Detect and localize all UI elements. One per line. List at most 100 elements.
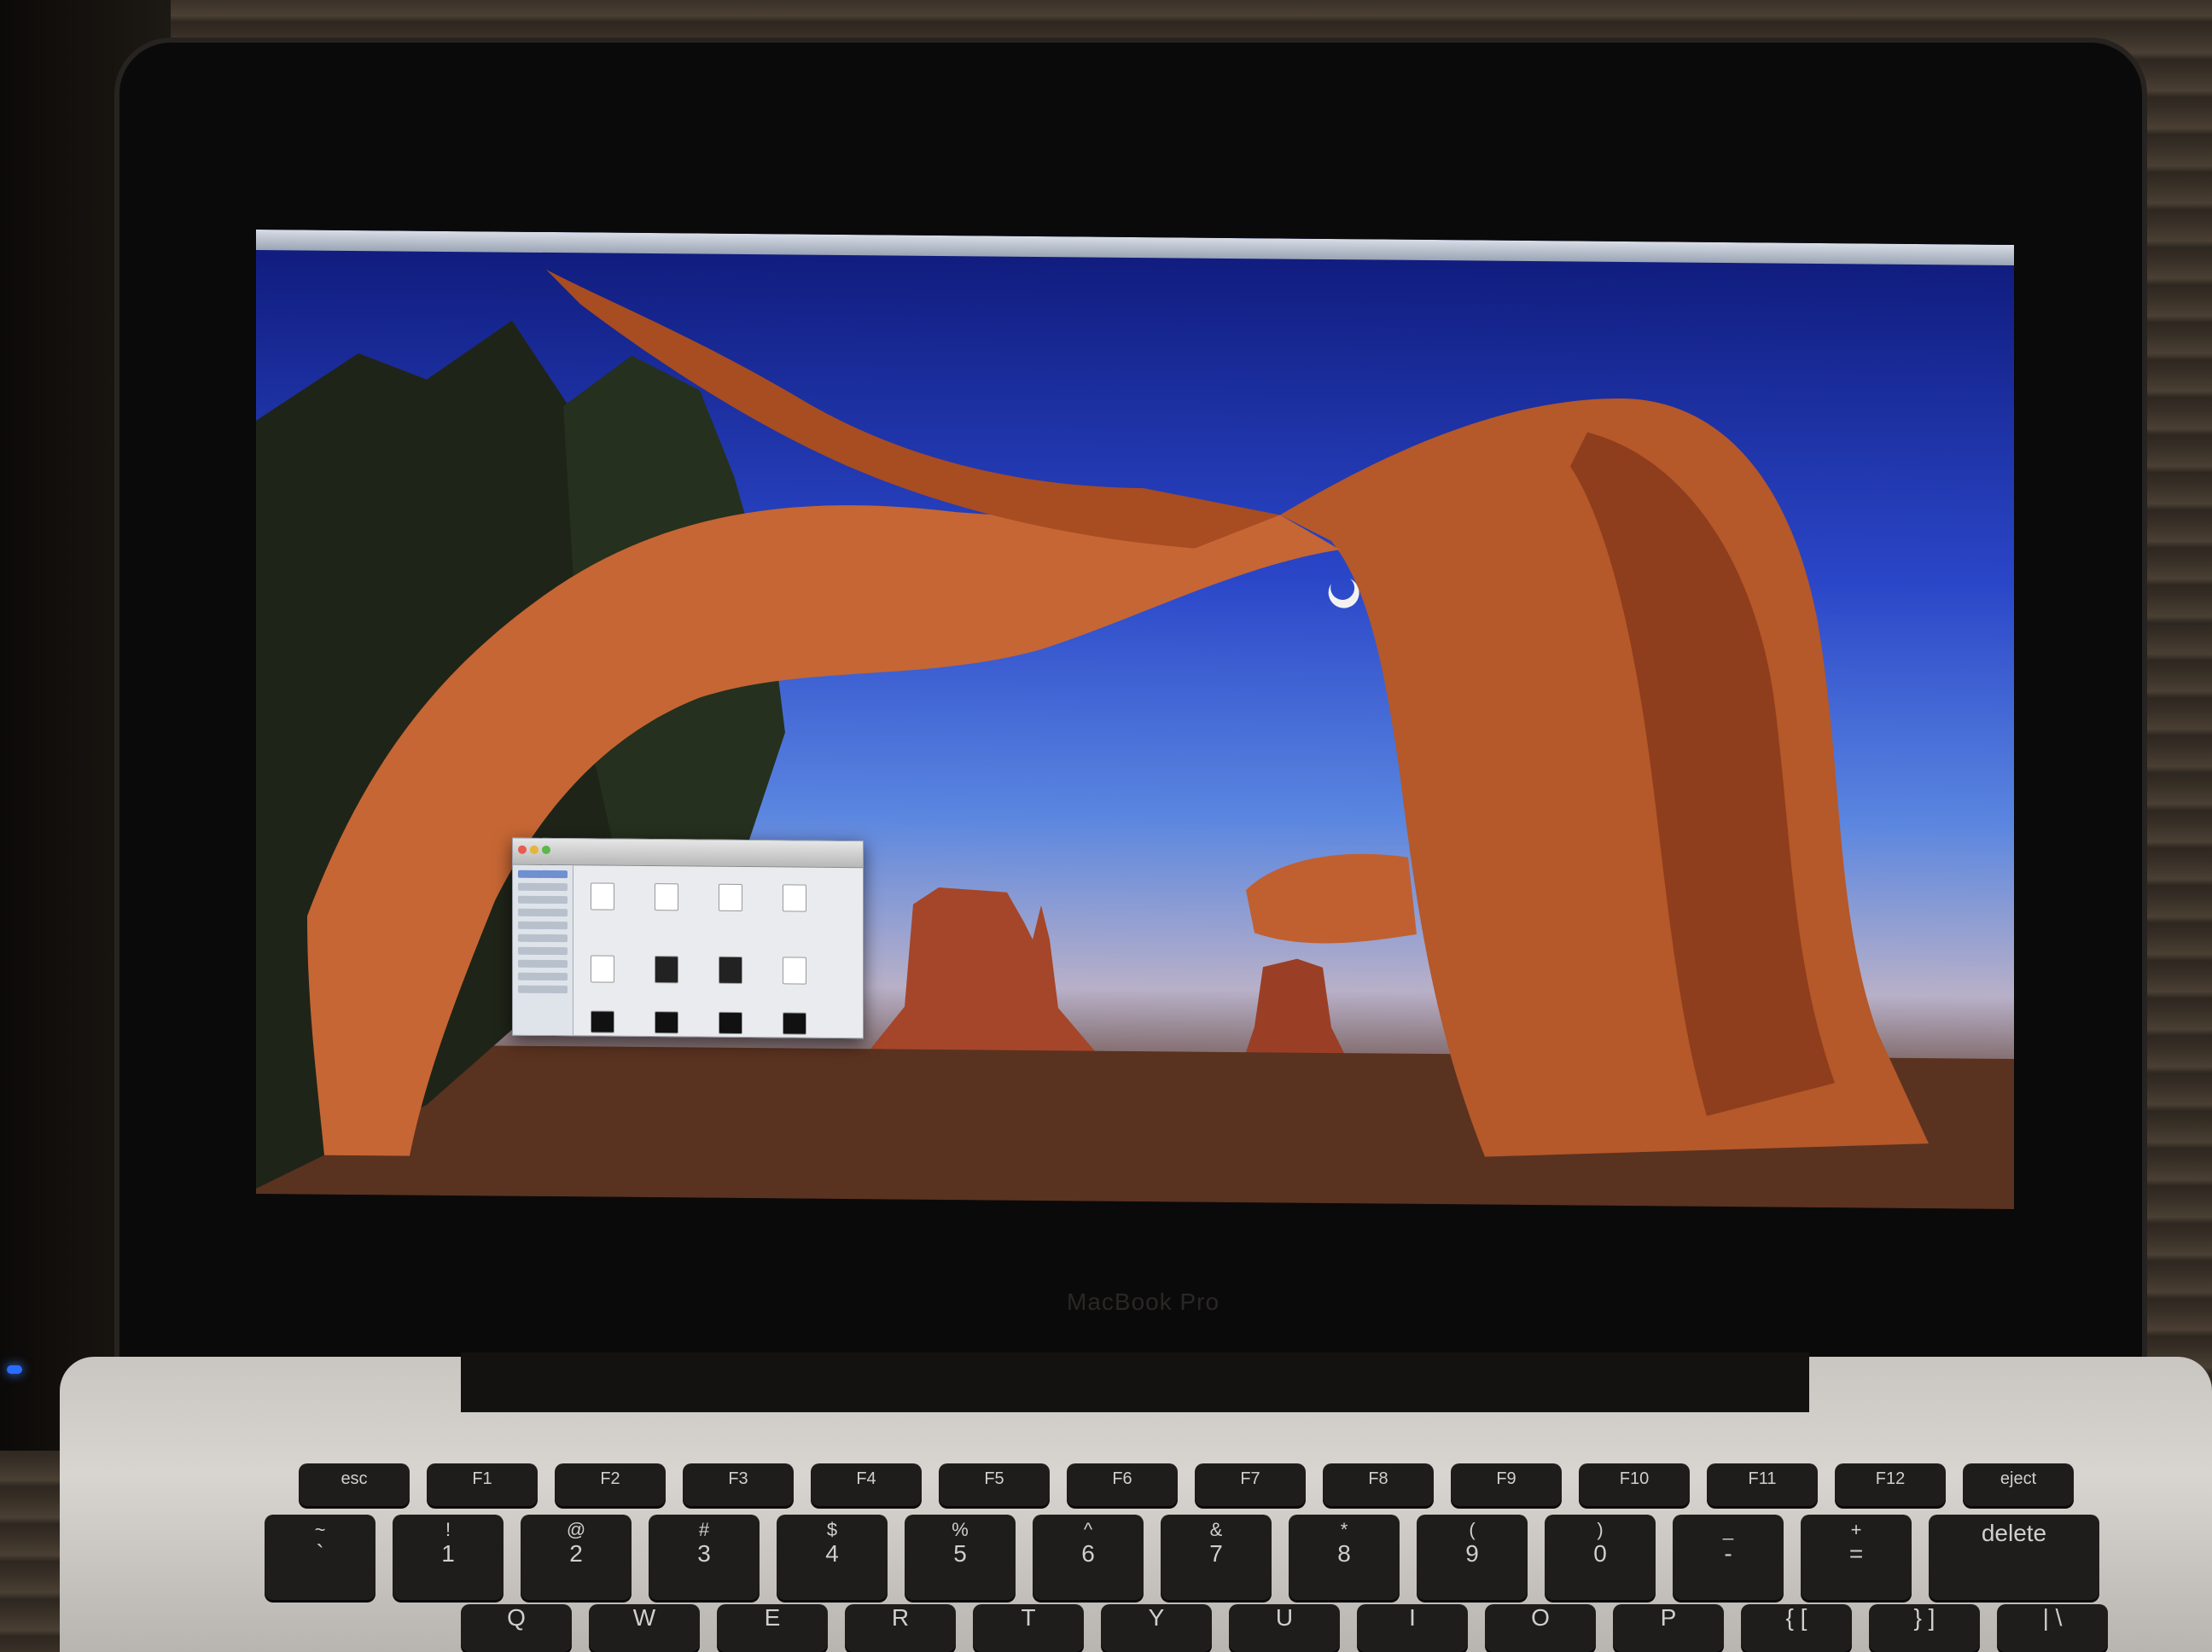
zoom-window-icon[interactable] <box>542 845 550 855</box>
key-label: E <box>764 1604 781 1631</box>
file-icon[interactable] <box>719 1011 742 1034</box>
key-label: 4 <box>825 1540 839 1567</box>
key-label: Y <box>1148 1604 1165 1631</box>
sidebar-item[interactable] <box>518 985 568 994</box>
key-label: F7 <box>1240 1469 1260 1488</box>
key-6[interactable]: ^ 6 <box>1033 1515 1144 1600</box>
laptop-screen <box>256 230 2014 1209</box>
key-f10[interactable]: F10 <box>1579 1463 1690 1506</box>
key-label: 5 <box>953 1540 967 1567</box>
file-icon[interactable] <box>719 956 742 984</box>
sidebar-item[interactable] <box>518 946 568 956</box>
key-[interactable]: { [ <box>1741 1604 1852 1652</box>
key-label: F11 <box>1748 1469 1777 1488</box>
key-i[interactable]: I <box>1357 1604 1468 1652</box>
key-f1[interactable]: F1 <box>427 1463 538 1506</box>
key-9[interactable]: (9 <box>1417 1515 1528 1600</box>
key-delete[interactable]: delete <box>1929 1515 2099 1600</box>
key-o[interactable]: O <box>1485 1604 1596 1652</box>
key-shift-label: # <box>698 1519 710 1540</box>
moon-icon <box>1328 579 1359 608</box>
file-icon[interactable] <box>719 883 742 911</box>
desktop-wallpaper <box>256 269 2014 1209</box>
key-`[interactable]: ~ ` <box>265 1515 375 1600</box>
status-led <box>7 1365 22 1374</box>
key-8[interactable]: * 8 <box>1289 1515 1400 1600</box>
key-p[interactable]: P <box>1613 1604 1724 1652</box>
key-eject[interactable]: eject <box>1963 1463 2074 1506</box>
key-shift-label: & <box>1209 1519 1223 1540</box>
key-0[interactable]: ) 0 <box>1545 1515 1656 1600</box>
key-label: 1 <box>441 1540 455 1567</box>
finder-sidebar[interactable] <box>513 864 573 1036</box>
file-icon[interactable] <box>655 1011 678 1034</box>
key-=[interactable]: + = <box>1801 1515 1912 1600</box>
key-r[interactable]: R <box>845 1604 956 1652</box>
key-label: F1 <box>472 1469 492 1488</box>
key-1[interactable]: ! 1 <box>393 1515 504 1600</box>
key-label: O <box>1531 1604 1550 1631</box>
close-window-icon[interactable] <box>518 845 527 854</box>
key-shift-label: + <box>1850 1519 1862 1540</box>
key-e[interactable]: E <box>717 1604 828 1652</box>
file-icon[interactable] <box>591 882 614 910</box>
key-3[interactable]: #3 <box>649 1515 760 1600</box>
key-f2[interactable]: F2 <box>555 1463 666 1506</box>
key-shift-label: @ <box>566 1519 586 1540</box>
key-label: F2 <box>600 1469 620 1488</box>
key-f7[interactable]: F7 <box>1195 1463 1306 1506</box>
key-f11[interactable]: F11 <box>1707 1463 1818 1506</box>
key-4[interactable]: $4 <box>777 1515 888 1600</box>
finder-window[interactable] <box>512 837 864 1039</box>
key-7[interactable]: & 7 <box>1161 1515 1272 1600</box>
file-icon[interactable] <box>591 955 614 983</box>
key-q[interactable]: Q <box>461 1604 572 1652</box>
key-label: P <box>1660 1604 1677 1631</box>
sidebar-item[interactable] <box>518 882 568 892</box>
key-label: esc <box>341 1469 368 1488</box>
key-label: F8 <box>1368 1469 1388 1488</box>
key-5[interactable]: % 5 <box>905 1515 1016 1600</box>
key-t[interactable]: T <box>973 1604 1084 1652</box>
key-label: 6 <box>1081 1540 1095 1567</box>
key-label: T <box>1021 1604 1036 1631</box>
file-icon[interactable] <box>655 956 678 984</box>
key-f5[interactable]: F5 <box>939 1463 1050 1506</box>
key-f6[interactable]: F6 <box>1067 1463 1178 1506</box>
sidebar-item[interactable] <box>518 870 568 879</box>
key-f4[interactable]: F4 <box>811 1463 922 1506</box>
file-icon[interactable] <box>783 957 806 985</box>
sidebar-item[interactable] <box>518 908 568 917</box>
key-u[interactable]: U <box>1229 1604 1340 1652</box>
key-f3[interactable]: F3 <box>683 1463 794 1506</box>
key-label: 7 <box>1209 1540 1223 1567</box>
key-label: 2 <box>569 1540 583 1567</box>
sidebar-item[interactable] <box>518 959 568 969</box>
key-shift-label: $ <box>826 1519 838 1540</box>
file-icon[interactable] <box>783 884 806 912</box>
sidebar-item[interactable] <box>518 921 568 930</box>
key-y[interactable]: Y <box>1101 1604 1212 1652</box>
key--[interactable]: _ - <box>1673 1515 1784 1600</box>
key-f9[interactable]: F9 <box>1451 1463 1562 1506</box>
minimize-window-icon[interactable] <box>530 845 538 854</box>
sidebar-item[interactable] <box>518 934 568 943</box>
key-f8[interactable]: F8 <box>1323 1463 1434 1506</box>
macbook-pro-logo: MacBook Pro <box>1067 1288 1220 1315</box>
key-[interactable]: | \ <box>1997 1604 2108 1652</box>
key-esc[interactable]: esc <box>299 1463 410 1506</box>
finder-content[interactable] <box>573 865 863 1038</box>
finder-titlebar[interactable] <box>513 838 863 869</box>
key-label: 3 <box>697 1540 711 1567</box>
key-f12[interactable]: F12 <box>1835 1463 1946 1506</box>
file-icon[interactable] <box>591 1010 614 1033</box>
sidebar-item[interactable] <box>518 972 568 981</box>
key-w[interactable]: W <box>589 1604 700 1652</box>
file-icon[interactable] <box>783 1012 806 1035</box>
key-label: eject <box>2000 1469 2037 1488</box>
key-label: I <box>1409 1604 1416 1631</box>
key-[interactable]: } ] <box>1869 1604 1980 1652</box>
file-icon[interactable] <box>655 883 678 911</box>
sidebar-item[interactable] <box>518 895 568 905</box>
key-2[interactable]: @2 <box>521 1515 632 1600</box>
